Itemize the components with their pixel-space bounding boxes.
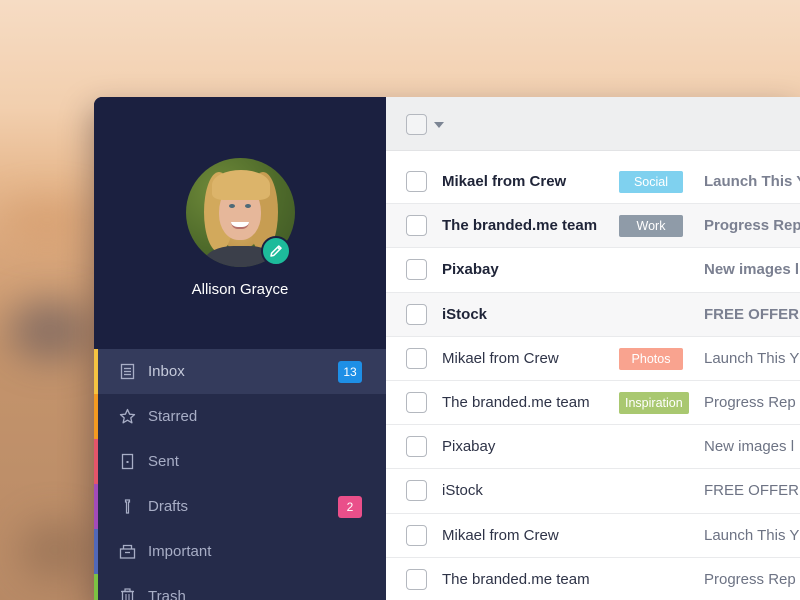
email-subject: Progress Rep <box>704 393 796 411</box>
nav-label: Important <box>148 543 212 560</box>
email-list: Mikael from Crew Social Launch This Y Th… <box>386 160 800 600</box>
email-row[interactable]: Mikael from Crew Social Launch This Y <box>386 160 800 205</box>
nav-label: Sent <box>148 453 179 470</box>
email-sender: Mikael from Crew <box>442 173 567 190</box>
email-sender: iStock <box>442 482 483 500</box>
nav-color-bar <box>94 484 98 529</box>
nav-color-bar <box>94 439 98 484</box>
row-checkbox[interactable] <box>406 436 427 458</box>
email-row[interactable]: The branded.me team Progress Rep <box>386 558 800 600</box>
nav-item-trash[interactable]: Trash <box>94 574 386 600</box>
nav-color-bar <box>94 529 98 574</box>
nav-color-bar <box>94 574 98 600</box>
row-checkbox[interactable] <box>406 215 427 237</box>
pencil-icon <box>270 245 282 257</box>
nav-item-important[interactable]: Important <box>94 529 386 574</box>
email-sender: Mikael from Crew <box>442 349 559 367</box>
profile-panel: Allison Grayce <box>94 97 386 349</box>
background-blur <box>10 300 90 360</box>
email-sender: The branded.me team <box>442 217 598 235</box>
email-sender: The branded.me team <box>442 393 590 411</box>
email-row[interactable]: Pixabay New images l <box>386 248 800 293</box>
sent-icon <box>121 453 134 470</box>
email-subject: Launch This Y <box>704 173 800 190</box>
row-checkbox[interactable] <box>406 568 427 590</box>
email-subject: New images l <box>704 438 795 456</box>
email-subject: New images l <box>704 261 800 279</box>
nav-label: Trash <box>148 588 186 600</box>
nav-label: Starred <box>148 408 198 425</box>
unread-count-badge: 13 <box>338 361 362 383</box>
email-subject: FREE OFFER: <box>704 305 800 323</box>
important-icon <box>119 544 136 559</box>
email-subject: Progress Rep <box>704 217 800 235</box>
nav-item-sent[interactable]: Sent <box>94 439 386 484</box>
mail-app-window: Allison Grayce Inbox 13 Starred Sent Dra… <box>94 97 800 600</box>
email-subject: FREE OFFER: <box>704 482 800 500</box>
mail-list-panel: Mikael from Crew Social Launch This Y Th… <box>386 97 800 600</box>
caret-down-icon[interactable] <box>434 122 444 128</box>
email-subject: Launch This Y <box>704 526 800 544</box>
email-subject: Progress Rep <box>704 570 796 588</box>
nav-item-starred[interactable]: Starred <box>94 394 386 439</box>
nav-label: Drafts <box>148 498 189 515</box>
row-checkbox[interactable] <box>406 171 427 192</box>
email-sender: Mikael from Crew <box>442 526 559 544</box>
nav-color-bar <box>94 394 98 439</box>
drafts-icon <box>124 499 131 514</box>
nav-label: Inbox <box>148 363 185 380</box>
email-row[interactable]: Mikael from Crew Launch This Y <box>386 514 800 558</box>
draft-count-badge: 2 <box>338 496 362 518</box>
email-sender: Pixabay <box>442 261 499 279</box>
row-checkbox[interactable] <box>406 259 427 281</box>
row-checkbox[interactable] <box>406 303 427 325</box>
star-icon <box>119 408 136 424</box>
trash-icon <box>121 588 134 600</box>
edit-profile-button[interactable] <box>261 236 291 266</box>
background-blur <box>20 520 90 580</box>
email-sender: iStock <box>442 305 488 323</box>
folder-nav: Inbox 13 Starred Sent Drafts 2 Important… <box>94 349 386 600</box>
email-tag: Work <box>619 215 683 238</box>
email-row[interactable]: Mikael from Crew Photos Launch This Y <box>386 337 800 381</box>
nav-color-bar <box>94 349 98 394</box>
row-checkbox[interactable] <box>406 524 427 546</box>
email-tag: Social <box>619 171 683 193</box>
nav-item-drafts[interactable]: Drafts 2 <box>94 484 386 529</box>
nav-item-inbox[interactable]: Inbox 13 <box>94 349 386 394</box>
email-row[interactable]: The branded.me team Inspiration Progress… <box>386 381 800 426</box>
email-subject: Launch This Y <box>704 349 800 367</box>
email-row[interactable]: iStock FREE OFFER: <box>386 469 800 514</box>
email-row[interactable]: Pixabay New images l <box>386 425 800 470</box>
row-checkbox[interactable] <box>406 347 427 369</box>
profile-name: Allison Grayce <box>191 281 289 298</box>
email-sender: Pixabay <box>442 438 496 456</box>
background-blur <box>0 200 94 240</box>
email-sender: The branded.me team <box>442 570 590 588</box>
sidebar: Allison Grayce Inbox 13 Starred Sent Dra… <box>94 97 386 600</box>
email-tag: Photos <box>619 347 683 370</box>
email-row[interactable]: The branded.me team Work Progress Rep <box>386 204 800 249</box>
email-tag: Inspiration <box>619 391 689 414</box>
row-checkbox[interactable] <box>406 480 427 502</box>
list-toolbar <box>386 97 800 151</box>
row-checkbox[interactable] <box>406 391 427 413</box>
email-row[interactable]: iStock FREE OFFER: <box>386 292 800 337</box>
select-all-checkbox[interactable] <box>406 114 427 135</box>
inbox-icon <box>120 363 135 380</box>
